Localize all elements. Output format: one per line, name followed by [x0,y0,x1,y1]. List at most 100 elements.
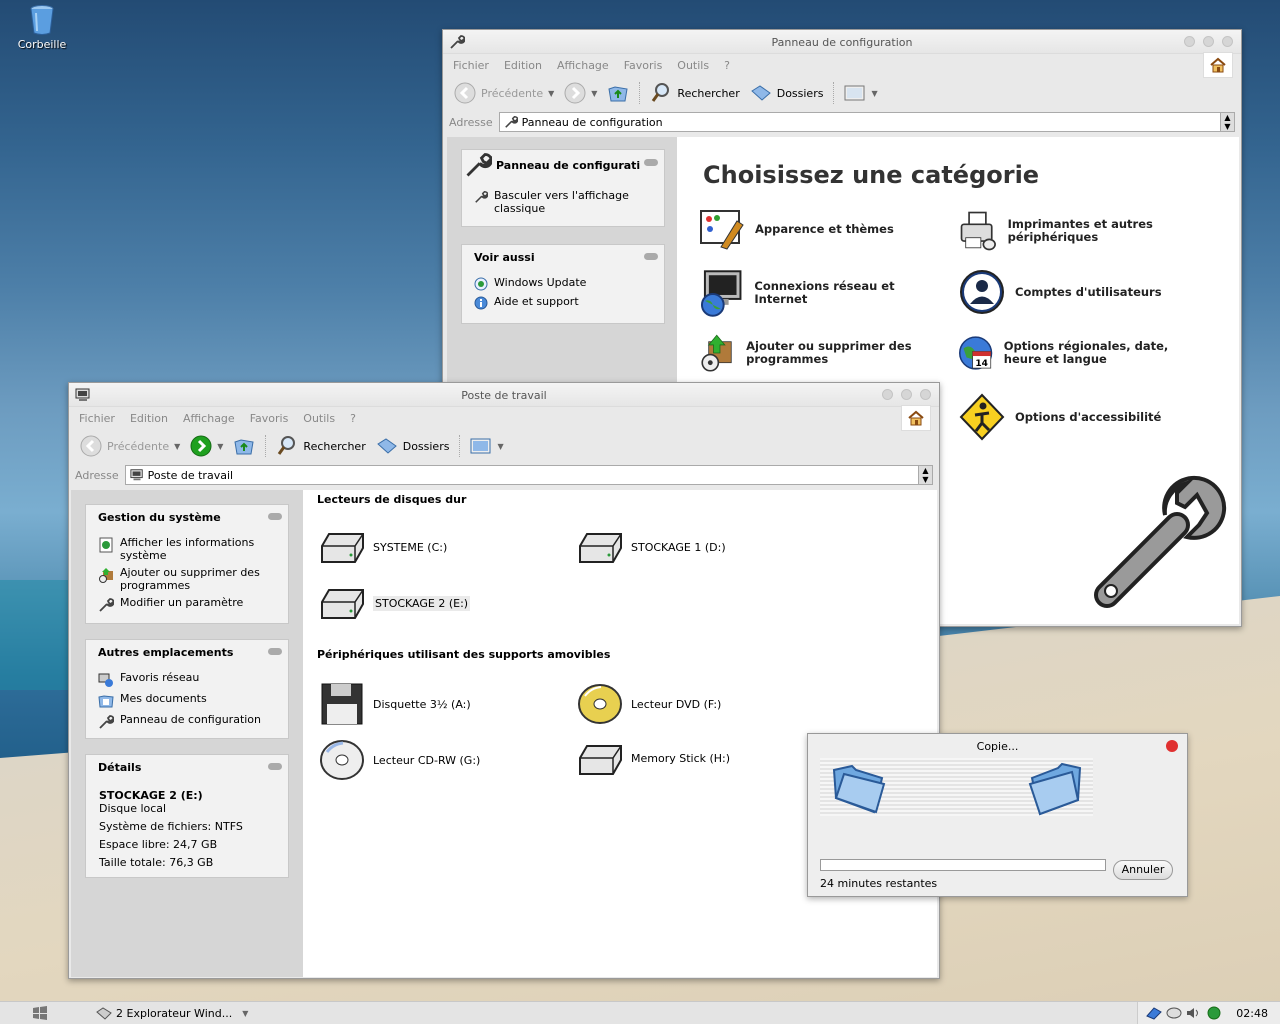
drive-c[interactable]: SYSTEME (C:) [319,528,447,566]
display-tray-icon[interactable] [1166,1006,1182,1020]
drive-f[interactable]: Lecteur DVD (F:) [577,682,721,726]
drive-e[interactable]: STOCKAGE 2 (E:) [319,584,471,622]
collapse-button[interactable] [644,253,658,260]
address-dropdown-button[interactable]: ▲ ▼ [918,466,932,484]
maximize-button[interactable] [1203,36,1214,47]
menu-view[interactable]: Affichage [557,59,609,72]
drive-d[interactable]: STOCKAGE 1 (D:) [577,528,726,566]
category-printers[interactable]: Imprimantes et autres périphériques [959,207,1209,255]
back-button[interactable]: Précédente ▼ [77,435,183,457]
start-button[interactable] [0,1006,80,1020]
chevron-down-icon: ▼ [242,1008,249,1018]
search-button[interactable]: Rechercher [647,82,742,104]
address-value: Poste de travail [147,468,234,482]
category-network[interactable]: Connexions réseau et Internet [699,269,949,317]
help-support-link[interactable]: Aide et support [462,292,664,311]
drive-a[interactable]: Disquette 3½ (A:) [319,682,471,726]
cd-icon [320,740,364,780]
drive-h[interactable]: Memory Stick (H:) [577,738,730,778]
control-panel-link[interactable]: Panneau de configuration [86,710,288,731]
accessibility-icon [959,393,1005,441]
close-button[interactable] [920,389,931,400]
collapse-button[interactable] [644,159,658,166]
menu-tools[interactable]: Outils [677,59,709,72]
my-computer-titlebar[interactable]: Poste de travail [69,383,939,407]
minimize-button[interactable] [1184,36,1195,47]
search-button[interactable]: Rechercher [273,435,368,457]
time-remaining: 24 minutes restantes [820,877,938,890]
drive-g[interactable]: Lecteur CD-RW (G:) [319,738,480,782]
add-remove-programs-link[interactable]: Ajouter ou supprimer des programmes [86,563,288,593]
menu-help[interactable]: ? [724,59,730,72]
menu-edit[interactable]: Edition [504,59,542,72]
close-button[interactable] [1222,36,1233,47]
category-appearance[interactable]: Apparence et thèmes [699,207,949,251]
window-title: Poste de travail [461,389,547,402]
up-folder-button[interactable] [230,436,258,456]
shield-tray-icon[interactable] [1206,1006,1222,1020]
network-tray-icon[interactable] [1146,1006,1163,1020]
address-field[interactable]: Poste de travail ▲ ▼ [124,465,933,485]
home-button[interactable] [1203,52,1233,78]
copy-dialog-titlebar[interactable]: Copie... [808,734,1187,758]
change-setting-link[interactable]: Modifier un paramètre [86,593,288,614]
menu-file[interactable]: Fichier [79,412,115,425]
forward-button[interactable]: ▼ [561,82,600,104]
menu-tools[interactable]: Outils [303,412,335,425]
collapse-button[interactable] [268,648,282,655]
collapse-button[interactable] [268,763,282,770]
category-user-accounts[interactable]: Comptes d'utilisateurs [959,269,1209,315]
copy-animation [820,758,1093,816]
menu-file[interactable]: Fichier [453,59,489,72]
taskbar-explorer-group[interactable]: 2 Explorateur Wind... ▼ [96,1006,248,1020]
minimize-button[interactable] [882,389,893,400]
folders-button[interactable]: Dossiers [373,436,453,456]
address-dropdown-button[interactable]: ▲ ▼ [1220,113,1234,131]
address-field[interactable]: Panneau de configuration ▲ ▼ [498,112,1235,132]
chevron-down-icon[interactable]: ▼ [217,442,223,451]
up-folder-button[interactable] [604,83,632,103]
system-tray: 02:48 [1137,1002,1280,1024]
my-documents-link[interactable]: Mes documents [86,689,288,710]
category-regional[interactable]: 14 Options régionales, date, heure et la… [959,329,1209,377]
link-label: Aide et support [494,295,579,308]
close-button[interactable] [1166,740,1178,752]
chevron-down-icon[interactable]: ▼ [174,442,180,451]
destination-folder-icon [1028,762,1082,816]
category-add-remove[interactable]: Ajouter ou supprimer des programmes [699,329,949,377]
network-places-link[interactable]: Favoris réseau [86,668,288,689]
menu-help[interactable]: ? [350,412,356,425]
back-label: Précédente [107,439,170,453]
volume-tray-icon[interactable] [1186,1006,1202,1020]
forward-button[interactable]: ▼ [187,435,226,457]
folders-button[interactable]: Dossiers [747,83,827,103]
views-button[interactable]: ▼ [467,437,506,455]
view-system-info-link[interactable]: Afficher les informations système [86,533,288,563]
chevron-down-icon[interactable]: ▼ [548,89,554,98]
chevron-down-icon[interactable]: ▼ [591,89,597,98]
menu-bar: Fichier Edition Affichage Favoris Outils… [69,405,939,431]
link-label: Panneau de configuration [120,713,262,726]
clock[interactable]: 02:48 [1236,1007,1268,1020]
floppy-icon [321,683,363,725]
collapse-button[interactable] [268,513,282,520]
category-accessibility[interactable]: Options d'accessibilité [959,393,1209,441]
maximize-button[interactable] [901,389,912,400]
back-button[interactable]: Précédente ▼ [451,82,557,104]
folders-label: Dossiers [776,86,824,100]
wrench-icon [99,715,114,729]
network-icon [700,270,742,317]
home-button[interactable] [901,405,931,431]
windows-update-link[interactable]: Windows Update [462,273,664,292]
menu-view[interactable]: Affichage [183,412,235,425]
menu-edit[interactable]: Edition [130,412,168,425]
recycle-bin[interactable]: Corbeille [10,4,74,51]
menu-favorites[interactable]: Favoris [250,412,289,425]
cancel-button[interactable]: Annuler [1113,860,1173,880]
switch-classic-view-link[interactable]: Basculer vers l'affichage classique [462,186,664,216]
control-panel-titlebar[interactable]: Panneau de configuration [443,30,1241,54]
panel-title: Panneau de configurati [496,158,641,172]
menu-favorites[interactable]: Favoris [624,59,663,72]
views-button[interactable]: ▼ [841,84,880,102]
wrench-icon [504,115,518,128]
